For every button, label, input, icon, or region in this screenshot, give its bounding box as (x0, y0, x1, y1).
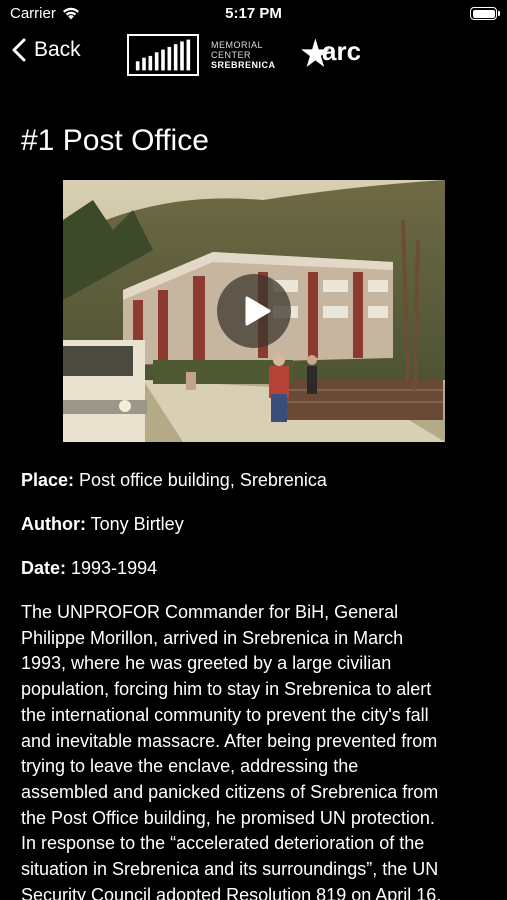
description-line: 1993, where he was greeted by a large ci… (21, 653, 392, 674)
place-value: Post office building, Srebrenica (74, 470, 327, 490)
description-line: the Post Office building, he promised UN… (21, 807, 435, 828)
back-label: Back (34, 38, 81, 61)
description-line: The UNPROFOR Commander for BiH, General (21, 602, 399, 622)
description-line: and inevitable massacre. After being pre… (21, 730, 438, 751)
author-row: Author: Tony Birtley (21, 514, 184, 535)
place-row: Place: Post office building, Srebrenica (21, 470, 327, 491)
play-button[interactable] (217, 274, 291, 348)
date-value: 1993-1994 (66, 558, 158, 578)
battery-icon (470, 7, 500, 20)
place-label: Place: (21, 470, 75, 490)
play-icon (245, 296, 271, 326)
status-bar: Carrier 5:17 PM (0, 0, 507, 30)
status-time: 5:17 PM (225, 5, 282, 22)
description-line: trying to leave the enclave, addressing … (21, 756, 359, 777)
author-value: Tony Birtley (85, 514, 184, 534)
description-line: population, forcing him to stay in Srebr… (21, 679, 432, 700)
memorial-logo-text: MEMORIAL CENTER SREBRENICA (211, 40, 276, 70)
description-line: Philippe Morillon, arrived in Srebrenica… (21, 627, 404, 648)
arci-logo: arci (301, 36, 360, 67)
arci-logo-text: arci (322, 36, 360, 66)
description-text: The UNPROFOR Commander for BiH, General … (21, 600, 491, 900)
chevron-left-icon (12, 38, 26, 62)
description-line: assembled and panicked citizens of Srebr… (21, 781, 439, 802)
date-row: Date: 1993-1994 (21, 558, 157, 579)
author-label: Author: (21, 514, 86, 534)
date-label: Date: (21, 558, 67, 578)
description-line: In response to the “accelerated deterior… (21, 833, 425, 854)
description-line: Security Council adopted Resolution 819 … (21, 884, 442, 900)
navigation-bar: Back MEMORIAL CENTER SREBRENICA arci (0, 30, 507, 76)
description-line: situation in Srebrenica and its surround… (21, 859, 439, 880)
memorial-center-logo: MEMORIAL CENTER SREBRENICA (127, 34, 276, 76)
page-title: #1 Post Office (21, 124, 209, 157)
memorial-mark-icon (127, 34, 199, 76)
video-player[interactable] (63, 180, 445, 442)
back-button[interactable]: Back (12, 38, 81, 62)
description-line: the international community to prevent t… (21, 704, 429, 725)
